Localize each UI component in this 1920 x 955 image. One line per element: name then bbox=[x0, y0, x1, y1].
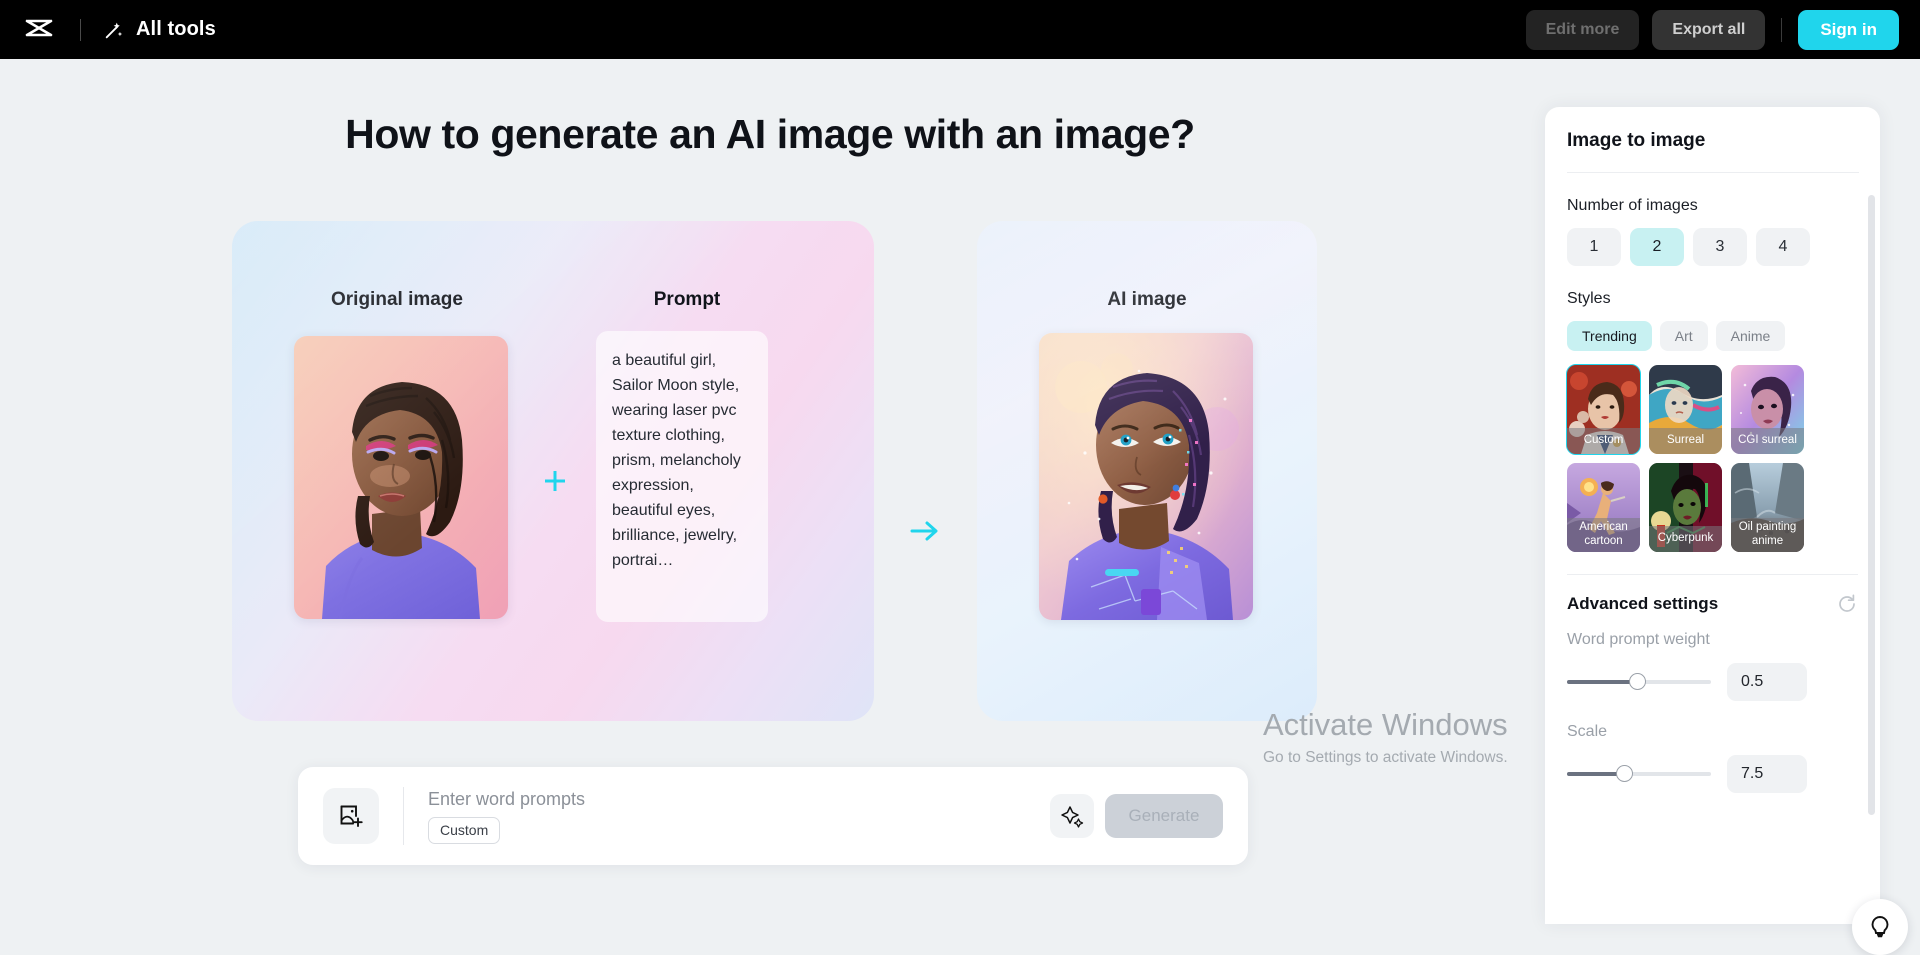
capcut-logo-icon bbox=[25, 19, 53, 36]
original-image-photo bbox=[294, 336, 508, 619]
scale-row: 7.5 bbox=[1567, 755, 1858, 793]
panel-body: Number of images 1 2 3 4 Styles Trending… bbox=[1545, 179, 1880, 924]
style-cell-cyberpunk[interactable]: Cyberpunk bbox=[1649, 463, 1722, 552]
watermark-line-2: Go to Settings to activate Windows. bbox=[1263, 748, 1508, 766]
number-option-1[interactable]: 1 bbox=[1567, 228, 1621, 266]
number-of-images-group: 1 2 3 4 bbox=[1567, 228, 1858, 266]
scale-slider[interactable] bbox=[1567, 765, 1711, 782]
panel-scrollbar[interactable] bbox=[1868, 185, 1875, 885]
help-button[interactable] bbox=[1852, 899, 1908, 955]
style-label-custom: Custom bbox=[1567, 428, 1640, 454]
magic-suggest-button[interactable] bbox=[1050, 794, 1094, 838]
sparkles-icon bbox=[1061, 806, 1084, 828]
topbar-actions: Edit more Export all Sign in bbox=[1525, 9, 1899, 50]
panel-title-divider bbox=[1567, 172, 1859, 173]
image-upload-button[interactable] bbox=[323, 788, 379, 844]
prompt-bar: Enter word prompts Custom Generate bbox=[298, 767, 1248, 865]
all-tools-button[interactable]: All tools bbox=[103, 18, 216, 41]
lightbulb-icon bbox=[1871, 916, 1889, 938]
main-stage: How to generate an AI image with an imag… bbox=[0, 59, 1920, 955]
top-bar: All tools Edit more Export all Sign in bbox=[0, 0, 1920, 59]
panel-scrollbar-thumb[interactable] bbox=[1868, 195, 1875, 815]
arrow-right-icon bbox=[905, 511, 945, 551]
word-prompt-weight-value[interactable]: 0.5 bbox=[1727, 663, 1807, 701]
demo-card-input: Original image Prompt a beautiful girl, … bbox=[232, 221, 874, 721]
styles-grid: Custom Surreal CGI surreal American cart… bbox=[1566, 364, 1858, 552]
magic-wand-icon bbox=[105, 22, 123, 38]
app-logo[interactable] bbox=[22, 13, 56, 47]
ai-image-photo bbox=[1039, 333, 1253, 620]
style-label-american-cartoon: American cartoon bbox=[1567, 518, 1640, 552]
custom-style-chip[interactable]: Custom bbox=[428, 816, 501, 844]
prompt-placeholder: Enter word prompts bbox=[428, 788, 586, 809]
style-cell-american-cartoon[interactable]: American cartoon bbox=[1567, 463, 1640, 552]
ai-image-heading: AI image bbox=[1107, 289, 1187, 310]
slider-knob[interactable] bbox=[1615, 765, 1633, 782]
styles-tabs: Trending Art Anime bbox=[1567, 321, 1858, 351]
word-prompt-weight-label: Word prompt weight bbox=[1567, 631, 1710, 648]
original-image-heading: Original image bbox=[331, 289, 463, 310]
style-cell-custom[interactable]: Custom bbox=[1566, 364, 1641, 455]
number-option-4[interactable]: 4 bbox=[1756, 228, 1810, 266]
prompt-input-area[interactable]: Enter word prompts Custom bbox=[428, 789, 1050, 844]
topbar-separator bbox=[1781, 17, 1783, 42]
prompt-text-box: a beautiful girl, Sailor Moon style, wea… bbox=[596, 331, 768, 622]
style-label-surreal: Surreal bbox=[1649, 428, 1722, 454]
prompt-bar-divider bbox=[403, 787, 404, 845]
tab-art[interactable]: Art bbox=[1659, 321, 1708, 351]
word-prompt-weight-row: 0.5 bbox=[1567, 663, 1858, 701]
generate-button[interactable]: Generate bbox=[1105, 794, 1223, 838]
topbar-divider bbox=[80, 18, 81, 41]
number-option-3[interactable]: 3 bbox=[1693, 228, 1747, 266]
prompt-heading: Prompt bbox=[653, 289, 721, 310]
scale-label: Scale bbox=[1567, 723, 1608, 740]
advanced-settings-title: Advanced settings bbox=[1567, 594, 1719, 613]
style-cell-surreal[interactable]: Surreal bbox=[1649, 365, 1722, 454]
number-of-images-label: Number of images bbox=[1567, 197, 1698, 214]
style-label-cgi-surreal: CGI surreal bbox=[1731, 428, 1804, 454]
reset-icon[interactable] bbox=[1836, 593, 1858, 615]
windows-activation-watermark: Activate Windows Go to Settings to activ… bbox=[1263, 707, 1593, 767]
styles-label: Styles bbox=[1567, 290, 1611, 307]
advanced-settings-header: Advanced settings bbox=[1567, 574, 1858, 615]
image-to-image-panel: Image to image Number of images 1 2 3 4 … bbox=[1545, 107, 1880, 924]
panel-title: Image to image bbox=[1567, 130, 1706, 151]
edit-more-button[interactable]: Edit more bbox=[1525, 9, 1640, 50]
number-option-2[interactable]: 2 bbox=[1630, 228, 1684, 266]
plus-icon bbox=[535, 461, 575, 501]
watermark-line-1: Activate Windows bbox=[1263, 707, 1508, 742]
style-cell-cgi-surreal[interactable]: CGI surreal bbox=[1731, 365, 1804, 454]
export-all-button[interactable]: Export all bbox=[1652, 9, 1766, 50]
style-label-cyberpunk: Cyberpunk bbox=[1649, 526, 1722, 552]
style-label-oil-painting-anime: Oil painting anime bbox=[1731, 518, 1804, 552]
image-upload-icon bbox=[340, 805, 363, 827]
scale-value[interactable]: 7.5 bbox=[1727, 755, 1807, 793]
page-title: How to generate an AI image with an imag… bbox=[345, 111, 1195, 157]
sign-in-button[interactable]: Sign in bbox=[1798, 9, 1899, 50]
tab-trending[interactable]: Trending bbox=[1567, 321, 1652, 351]
demo-card-output: AI image bbox=[977, 221, 1317, 721]
tab-anime[interactable]: Anime bbox=[1715, 321, 1786, 351]
word-prompt-weight-slider[interactable] bbox=[1567, 673, 1711, 690]
slider-knob[interactable] bbox=[1628, 673, 1646, 690]
all-tools-label: All tools bbox=[136, 18, 216, 40]
style-cell-oil-painting-anime[interactable]: Oil painting anime bbox=[1731, 463, 1804, 552]
